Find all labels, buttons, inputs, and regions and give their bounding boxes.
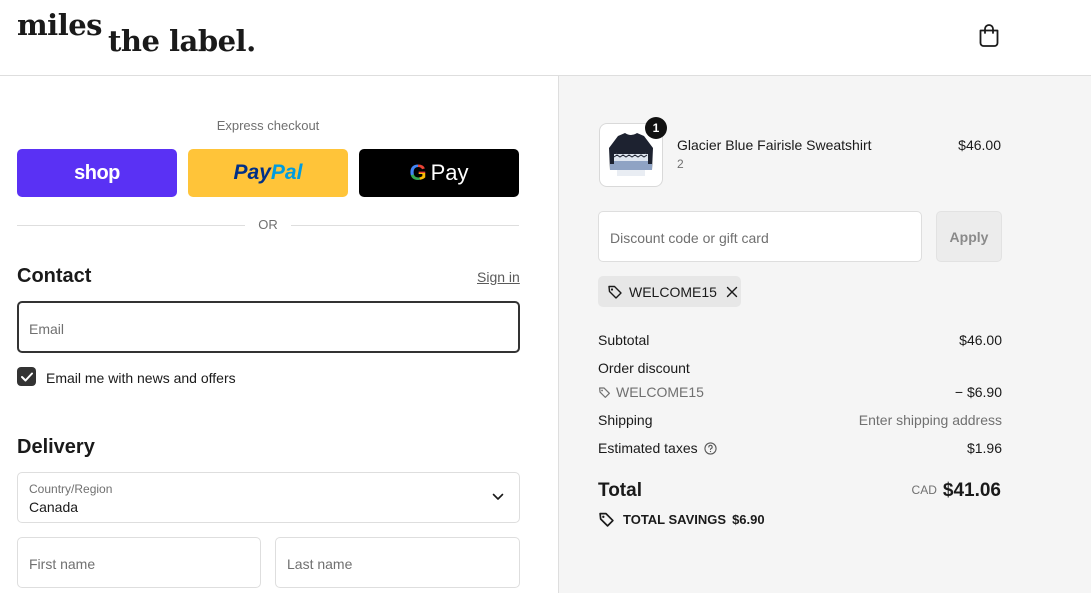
total-label: Total xyxy=(598,480,642,501)
product-variant: 2 xyxy=(677,157,684,171)
country-region-label: Country/Region xyxy=(29,482,113,496)
order-discount-row: Order discount xyxy=(598,360,1002,376)
help-circle-icon[interactable] xyxy=(703,442,717,455)
total-value: $41.06 xyxy=(942,480,1001,501)
order-summary: 1 Glacier Blue Fairisle Sweatshirt 2 $46… xyxy=(558,76,1091,593)
discount-placeholder: Discount code or gift card xyxy=(610,230,769,246)
newsletter-checkbox[interactable] xyxy=(17,367,36,386)
product-name: Glacier Blue Fairisle Sweatshirt xyxy=(677,137,872,153)
subtotal-label: Subtotal xyxy=(598,332,650,348)
or-divider: OR xyxy=(17,217,519,233)
discount-code-label: WELCOME15 xyxy=(616,384,704,400)
shopping-bag-icon[interactable] xyxy=(976,22,1002,48)
checkout-form-column: Express checkout shop Pay Pal G Pay OR Co… xyxy=(0,76,558,593)
subtotal-row: Subtotal $46.00 xyxy=(598,332,1002,348)
newsletter-label: Email me with news and offers xyxy=(46,370,236,386)
paypal-label-part1: Pay xyxy=(233,161,271,184)
apply-discount-button[interactable]: Apply xyxy=(936,211,1002,262)
google-pay-label: Pay xyxy=(430,160,469,185)
discount-value: − $6.90 xyxy=(954,384,1002,400)
email-placeholder: Email xyxy=(29,321,65,337)
shop-pay-button[interactable]: shop xyxy=(17,149,177,197)
savings-value: $6.90 xyxy=(732,512,765,527)
last-name-field[interactable]: Last name xyxy=(275,537,520,588)
total-savings: TOTAL SAVINGS $6.90 xyxy=(598,511,765,528)
tag-icon xyxy=(599,512,614,527)
checkmark-icon xyxy=(20,372,33,381)
tag-icon xyxy=(599,387,610,398)
tag-icon xyxy=(608,285,622,299)
quantity-badge: 1 xyxy=(645,117,667,139)
discount-code-input[interactable]: Discount code or gift card xyxy=(598,211,922,262)
delivery-heading: Delivery xyxy=(17,436,95,458)
first-name-field[interactable]: First name xyxy=(17,537,261,588)
taxes-value: $1.96 xyxy=(966,440,1002,456)
sign-in-link[interactable]: Sign in xyxy=(477,269,520,285)
applied-code-label: WELCOME15 xyxy=(629,283,717,300)
shipping-row: Shipping Enter shipping address xyxy=(598,412,1002,428)
paypal-label-part2: Pal xyxy=(270,161,303,184)
last-name-placeholder: Last name xyxy=(287,556,353,572)
product-price: $46.00 xyxy=(958,137,1001,153)
country-region-select[interactable]: Country/Region Canada xyxy=(17,472,520,523)
site-header: miles the label. xyxy=(0,0,1091,76)
total-currency: CAD xyxy=(911,483,937,497)
divider-line-right xyxy=(291,225,519,226)
google-g-icon: G xyxy=(409,160,427,185)
logo-line-1: miles xyxy=(17,8,103,42)
total-amount: CAD $41.06 xyxy=(912,480,1001,502)
taxes-label: Estimated taxes xyxy=(598,440,698,456)
paypal-button[interactable]: Pay Pal xyxy=(188,149,348,197)
email-field[interactable]: Email xyxy=(17,301,520,353)
savings-label: TOTAL SAVINGS xyxy=(623,512,727,527)
logo-line-2: the label. xyxy=(108,24,256,58)
chevron-down-icon xyxy=(492,493,504,500)
discount-code-row: WELCOME15 − $6.90 xyxy=(598,384,1002,400)
contact-heading: Contact xyxy=(17,265,92,287)
google-pay-button[interactable]: G Pay xyxy=(359,149,519,197)
shop-pay-label: shop xyxy=(74,161,120,184)
remove-code-icon[interactable] xyxy=(726,286,738,298)
subtotal-value: $46.00 xyxy=(959,332,1002,348)
first-name-placeholder: First name xyxy=(29,556,96,572)
order-discount-label: Order discount xyxy=(598,360,690,376)
country-region-value: Canada xyxy=(29,499,79,515)
shipping-value: Enter shipping address xyxy=(858,412,1002,428)
taxes-row: Estimated taxes $1.96 xyxy=(598,440,1002,456)
express-checkout-label: Express checkout xyxy=(216,118,320,133)
shipping-label: Shipping xyxy=(598,412,653,428)
applied-code-chip: WELCOME15 xyxy=(598,276,741,307)
